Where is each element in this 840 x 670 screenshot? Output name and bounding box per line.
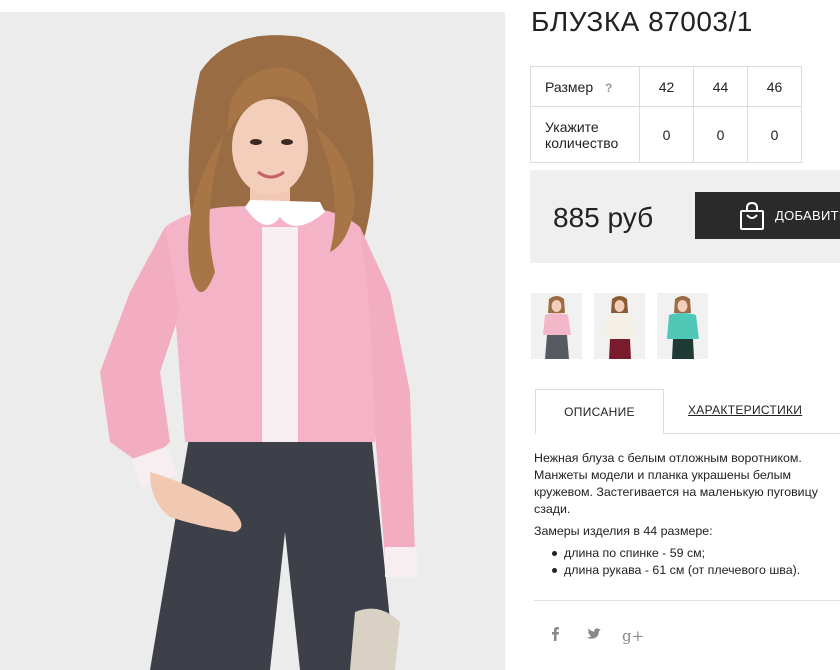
product-main-image[interactable] <box>0 12 505 670</box>
color-thumbnails <box>531 293 708 359</box>
description-text: Нежная блуза с белым отложным воротником… <box>534 450 840 518</box>
measurement-item: длина рукава - 61 см (от плечевого шва). <box>552 562 840 579</box>
thumbnail-pink[interactable] <box>531 293 582 359</box>
size-44: 44 <box>693 66 748 107</box>
quantity-row: Укажите количество 0 0 0 <box>530 106 802 163</box>
facebook-icon[interactable] <box>546 626 564 645</box>
thumbnail-mint-image <box>657 293 708 359</box>
size-table: Размер? 42 44 46 Укажите количество 0 0 … <box>530 66 802 163</box>
size-42: 42 <box>639 66 694 107</box>
price-panel: 885 руб ДОБАВИТЬ <box>530 170 840 263</box>
measurements-title: Замеры изделия в 44 размере: <box>534 524 713 538</box>
size-46: 46 <box>747 66 802 107</box>
size-row-label: Размер? <box>530 66 640 107</box>
size-row: Размер? 42 44 46 <box>530 66 802 107</box>
help-icon[interactable]: ? <box>605 81 612 95</box>
tab-characteristics[interactable]: ХАРАКТЕРИСТИКИ <box>688 403 802 417</box>
description-line: Нежная блуза с белым отложным воротником… <box>534 451 802 465</box>
measurements-list: длина по спинке - 59 см; длина рукава - … <box>534 545 840 579</box>
shopping-bag-icon <box>740 201 764 230</box>
description-line: сзади. <box>534 502 571 516</box>
social-share: g+ <box>546 626 644 645</box>
price-value: 885 руб <box>553 202 654 233</box>
tab-description[interactable]: ОПИСАНИЕ <box>535 389 664 434</box>
add-to-cart-label: ДОБАВИТЬ <box>775 208 840 223</box>
thumbnail-cream-image <box>594 293 645 359</box>
product-title: БЛУЗКА 87003/1 <box>531 6 753 37</box>
measurement-item: длина по спинке - 59 см; <box>552 545 840 562</box>
qty-label-line2: количество <box>545 134 619 151</box>
qty-label-line1: Укажите <box>545 118 599 135</box>
section-divider <box>534 600 840 601</box>
description-line: кружевом. Застегивается на маленькую пуг… <box>534 485 818 499</box>
quantity-input-44[interactable]: 0 <box>693 106 748 163</box>
google-plus-icon[interactable]: g+ <box>622 627 644 645</box>
add-to-cart-button[interactable]: ДОБАВИТЬ <box>695 192 840 239</box>
twitter-icon[interactable] <box>584 627 602 645</box>
product-tabs: ОПИСАНИЕ ХАРАКТЕРИСТИКИ <box>535 389 840 434</box>
product-description: Нежная блуза с белым отложным воротником… <box>534 450 840 579</box>
quantity-input-46[interactable]: 0 <box>747 106 802 163</box>
model-illustration <box>0 12 505 670</box>
tabs-divider <box>664 433 840 434</box>
quantity-row-label: Укажите количество <box>530 106 640 163</box>
thumbnail-pink-image <box>531 293 582 359</box>
description-line: Манжеты модели и планка украшены белым <box>534 468 792 482</box>
thumbnail-cream[interactable] <box>594 293 645 359</box>
size-label-text: Размер <box>545 78 594 95</box>
quantity-input-42[interactable]: 0 <box>639 106 694 163</box>
thumbnail-mint[interactable] <box>657 293 708 359</box>
